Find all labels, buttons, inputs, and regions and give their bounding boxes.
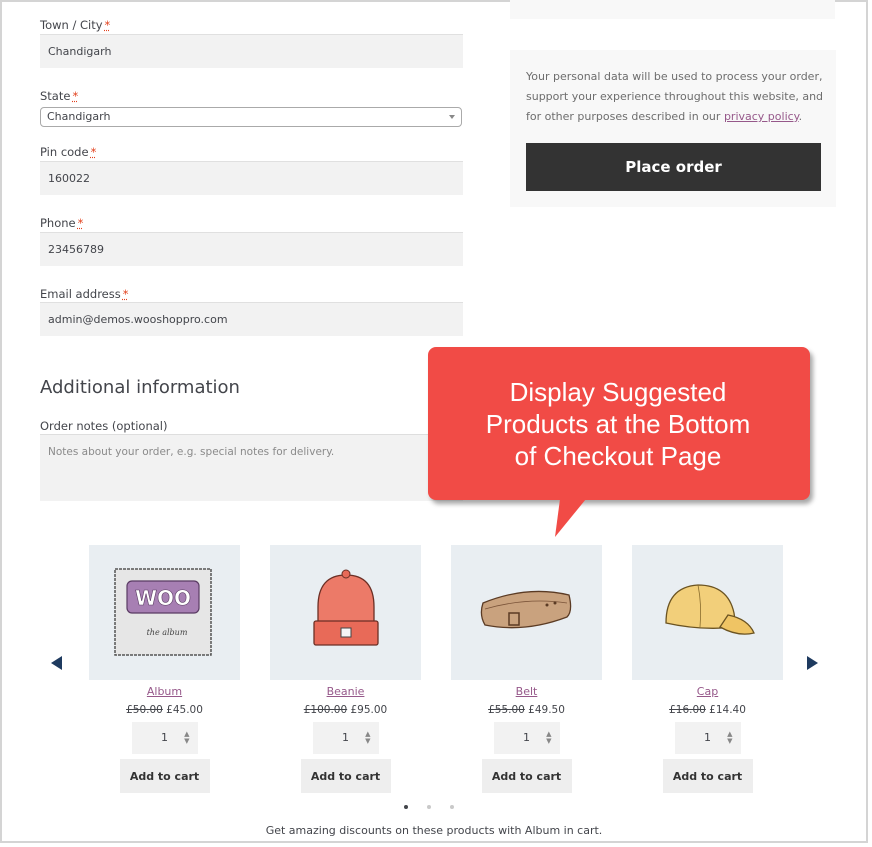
state-select[interactable]: Chandigarh — [40, 107, 462, 127]
product-old-price: £16.00 — [669, 704, 706, 716]
phone-label-text: Phone — [40, 216, 76, 230]
state-label: State * — [40, 89, 78, 103]
order-notes-field[interactable]: Notes about your order, e.g. special not… — [40, 434, 463, 501]
pin-label-text: Pin code — [40, 145, 89, 159]
product-old-price: £100.00 — [303, 704, 348, 716]
beanie-icon — [313, 569, 379, 646]
order-review-box-bottom — [510, 0, 835, 19]
product-card-beanie: Beanie £100.00 £95.00 1 ▲ ▼ Add to cart — [270, 545, 421, 793]
pin-code-field[interactable]: 160022 — [40, 161, 463, 195]
carousel-dot[interactable] — [404, 805, 408, 809]
product-card-belt: Belt £55.00 £49.50 1 ▲ ▼ Add to cart — [451, 545, 602, 793]
product-sale-price: £49.50 — [528, 704, 565, 716]
product-image[interactable] — [632, 545, 783, 680]
privacy-period: . — [798, 110, 803, 123]
required-mark: * — [122, 287, 129, 301]
required-mark: * — [77, 216, 84, 230]
add-to-cart-button[interactable]: Add to cart — [481, 759, 572, 793]
chevron-down-icon — [449, 115, 455, 119]
promo-message: Get amazing discounts on these products … — [265, 824, 603, 837]
quantity-stepper[interactable]: 1 ▲ ▼ — [493, 722, 560, 754]
state-value: Chandigarh — [47, 110, 111, 123]
privacy-policy-link[interactable]: privacy policy — [724, 110, 799, 123]
carousel-next-arrow-icon[interactable] — [807, 656, 818, 670]
callout-line-1: Display Suggested — [509, 377, 727, 407]
quantity-stepper[interactable]: 1 ▲ ▼ — [131, 722, 198, 754]
privacy-notice: Your personal data will be used to proce… — [526, 67, 826, 127]
stepper-arrows-icon[interactable]: ▲ ▼ — [184, 731, 189, 745]
required-mark: * — [104, 18, 111, 32]
product-image[interactable] — [270, 545, 421, 680]
product-price: £55.00 £49.50 — [451, 704, 602, 716]
product-price: £50.00 £45.00 — [89, 704, 240, 716]
album-logo-text: WOO — [135, 586, 191, 610]
quantity-stepper[interactable]: 1 ▲ ▼ — [312, 722, 379, 754]
quantity-value: 1 — [161, 731, 168, 744]
product-name-link[interactable]: Album — [89, 685, 240, 698]
email-label-text: Email address — [40, 287, 121, 301]
town-label-text: Town / City — [40, 18, 103, 32]
product-sale-price: £45.00 — [166, 704, 203, 716]
belt-icon — [480, 590, 572, 629]
product-card-cap: Cap £16.00 £14.40 1 ▲ ▼ Add to cart — [632, 545, 783, 793]
carousel-dot[interactable] — [427, 805, 431, 809]
stepper-arrows-icon[interactable]: ▲ ▼ — [727, 731, 732, 745]
product-sale-price: £14.40 — [709, 704, 746, 716]
product-price: £16.00 £14.40 — [632, 704, 783, 716]
cap-icon — [665, 584, 755, 635]
email-label: Email address * — [40, 287, 129, 301]
required-mark: * — [72, 89, 79, 103]
product-name-link[interactable]: Belt — [451, 685, 602, 698]
town-field[interactable]: Chandigarh — [40, 34, 463, 68]
callout-text: Display Suggested Products at the Bottom… — [428, 376, 808, 472]
state-label-text: State — [40, 89, 71, 103]
product-name-link[interactable]: Cap — [632, 685, 783, 698]
add-to-cart-button[interactable]: Add to cart — [119, 759, 210, 793]
order-notes-label: Order notes (optional) — [40, 419, 168, 433]
carousel-prev-arrow-icon[interactable] — [51, 656, 62, 670]
place-order-button[interactable]: Place order — [526, 143, 821, 191]
email-field[interactable]: admin@demos.wooshoppro.com — [40, 302, 463, 336]
quantity-value: 1 — [342, 731, 349, 744]
product-old-price: £50.00 — [126, 704, 163, 716]
product-name-link[interactable]: Beanie — [270, 685, 421, 698]
product-card-album: WOO the album Album £50.00 £45.00 1 ▲ ▼ Ad… — [89, 545, 240, 793]
carousel-dot[interactable] — [450, 805, 454, 809]
stepper-arrows-icon[interactable]: ▲ ▼ — [546, 731, 551, 745]
callout-line-3: of Checkout Page — [514, 441, 722, 471]
quantity-value: 1 — [704, 731, 711, 744]
required-mark: * — [90, 145, 97, 159]
add-to-cart-button[interactable]: Add to cart — [662, 759, 753, 793]
album-cover-icon: WOO the album — [114, 568, 212, 656]
product-image[interactable]: WOO the album — [89, 545, 240, 680]
quantity-stepper[interactable]: 1 ▲ ▼ — [674, 722, 741, 754]
quantity-value: 1 — [523, 731, 530, 744]
callout-tail — [555, 499, 586, 537]
town-label: Town / City * — [40, 18, 110, 32]
add-to-cart-button[interactable]: Add to cart — [300, 759, 391, 793]
product-sale-price: £95.00 — [350, 704, 388, 716]
callout-line-2: Products at the Bottom — [485, 409, 751, 439]
product-old-price: £55.00 — [488, 704, 525, 716]
additional-info-heading: Additional information — [40, 377, 240, 398]
pin-label: Pin code * — [40, 145, 96, 159]
product-price: £100.00 £95.00 — [270, 704, 421, 716]
stepper-arrows-icon[interactable]: ▲ ▼ — [365, 731, 370, 745]
phone-field[interactable]: 23456789 — [40, 232, 463, 266]
product-image[interactable] — [451, 545, 602, 680]
album-caption-text: the album — [147, 628, 188, 637]
phone-label: Phone * — [40, 216, 83, 230]
